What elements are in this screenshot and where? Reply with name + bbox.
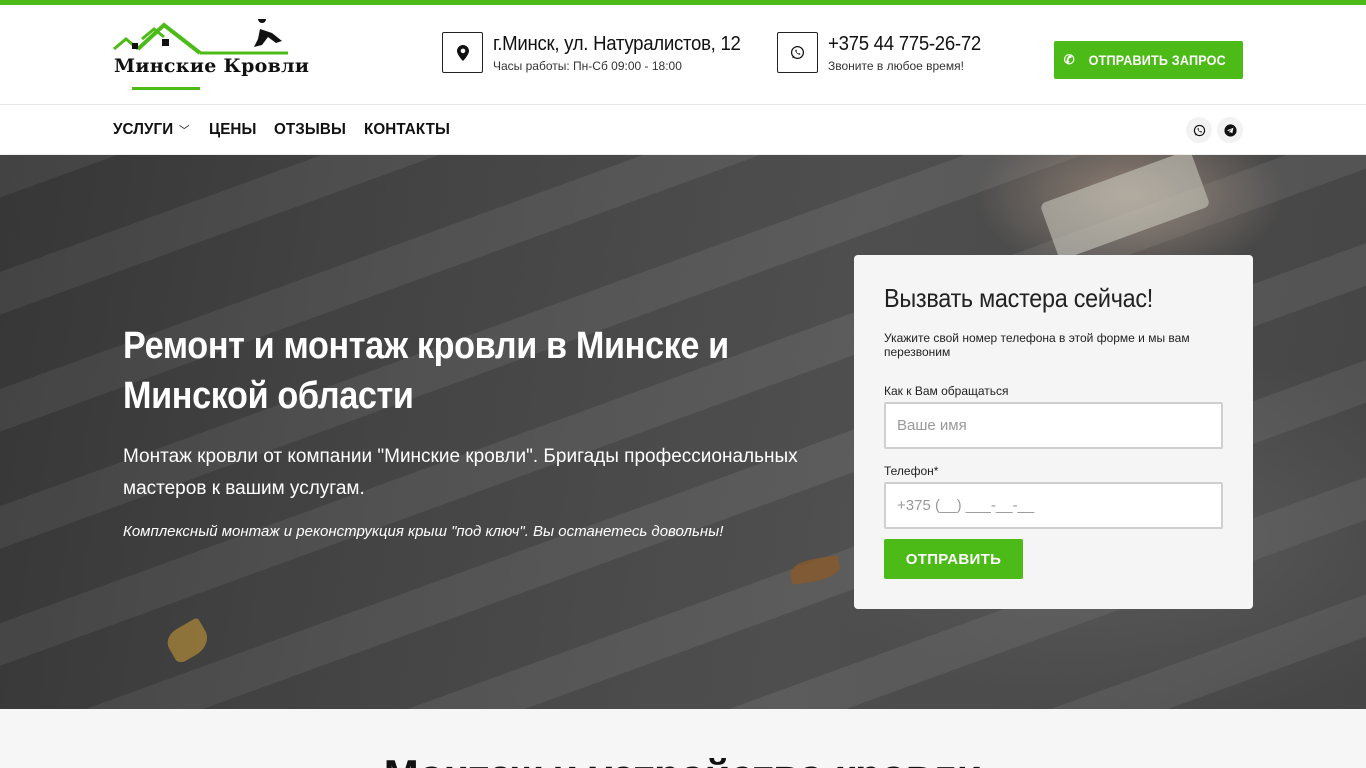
hero-background-leaf (788, 554, 842, 586)
submit-button[interactable]: ОТПРАВИТЬ (884, 539, 1023, 579)
nav-item-contacts[interactable]: КОНТАКТЫ (364, 121, 450, 139)
section-title: Монтаж и устройство кровли (0, 751, 1366, 768)
hero-background-glove (1039, 155, 1211, 261)
hero-background-leaf (162, 617, 214, 665)
nav-item-services[interactable]: УСЛУГИ ﹀ (113, 121, 190, 139)
address-block: г.Минск, ул. Натуралистов, 12 Часы работ… (442, 32, 759, 73)
phone-caption: Звоните в любое время! (828, 59, 964, 73)
chevron-down-icon: ﹀ (178, 125, 190, 137)
name-input[interactable] (884, 402, 1223, 449)
nav-item-label: ЦЕНЫ (208, 121, 257, 138)
form-description: Укажите свой номер телефона в этой форме… (884, 331, 1190, 359)
nav-item-label: УСЛУГИ (113, 121, 174, 138)
logo-text: Минские Кровли (114, 55, 310, 77)
nav-item-prices[interactable]: ЦЕНЫ (209, 121, 256, 139)
services-section: Монтаж и устройство кровли (0, 709, 1366, 768)
main-nav: УСЛУГИ ﹀ ЦЕНЫ ОТЗЫВЫ КОНТАКТЫ (0, 105, 1366, 155)
phone-input[interactable] (884, 482, 1223, 529)
phone-icon: ✆ (1063, 52, 1075, 67)
send-request-button[interactable]: ✆ ОТПРАВИТЬ ЗАПРОС (1054, 41, 1243, 79)
telegram-icon[interactable] (1217, 117, 1243, 143)
callback-form: Вызвать мастера сейчас! Укажите свой ном… (854, 255, 1253, 609)
working-hours: Часы работы: Пн-Сб 09:00 - 18:00 (493, 59, 682, 73)
hero-title: Ремонт и монтаж кровли в Минске и Минско… (123, 325, 729, 417)
phone-number[interactable]: +375 44 775-26-72 (828, 32, 981, 56)
hero-note: Комплексный монтаж и реконструкция крыш … (123, 523, 724, 540)
address-text: г.Минск, ул. Натуралистов, 12 (493, 33, 741, 55)
send-request-label: ОТПРАВИТЬ ЗАПРОС (1088, 52, 1226, 68)
phone-label: Телефон* (884, 464, 939, 478)
phone-block: +375 44 775-26-72 Звоните в любое время! (777, 32, 993, 73)
map-marker-icon (442, 32, 483, 73)
site-header: Минские Кровли г.Минск, ул. Натуралистов… (0, 5, 1366, 105)
nav-item-reviews[interactable]: ОТЗЫВЫ (274, 121, 346, 139)
whatsapp-icon[interactable] (1186, 117, 1212, 143)
name-label: Как к Вам обращаться (884, 384, 1009, 398)
nav-item-label: ОТЗЫВЫ (273, 121, 346, 138)
hero-lead: Монтаж кровли от компании "Минские кровл… (123, 446, 798, 499)
nav-item-label: КОНТАКТЫ (364, 121, 451, 138)
logo-underline (132, 87, 200, 90)
logo[interactable]: Минские Кровли (112, 19, 309, 95)
form-title: Вызвать мастера сейчас! (884, 283, 1154, 313)
whatsapp-icon[interactable] (777, 32, 818, 73)
roof-logo-icon (113, 19, 288, 55)
